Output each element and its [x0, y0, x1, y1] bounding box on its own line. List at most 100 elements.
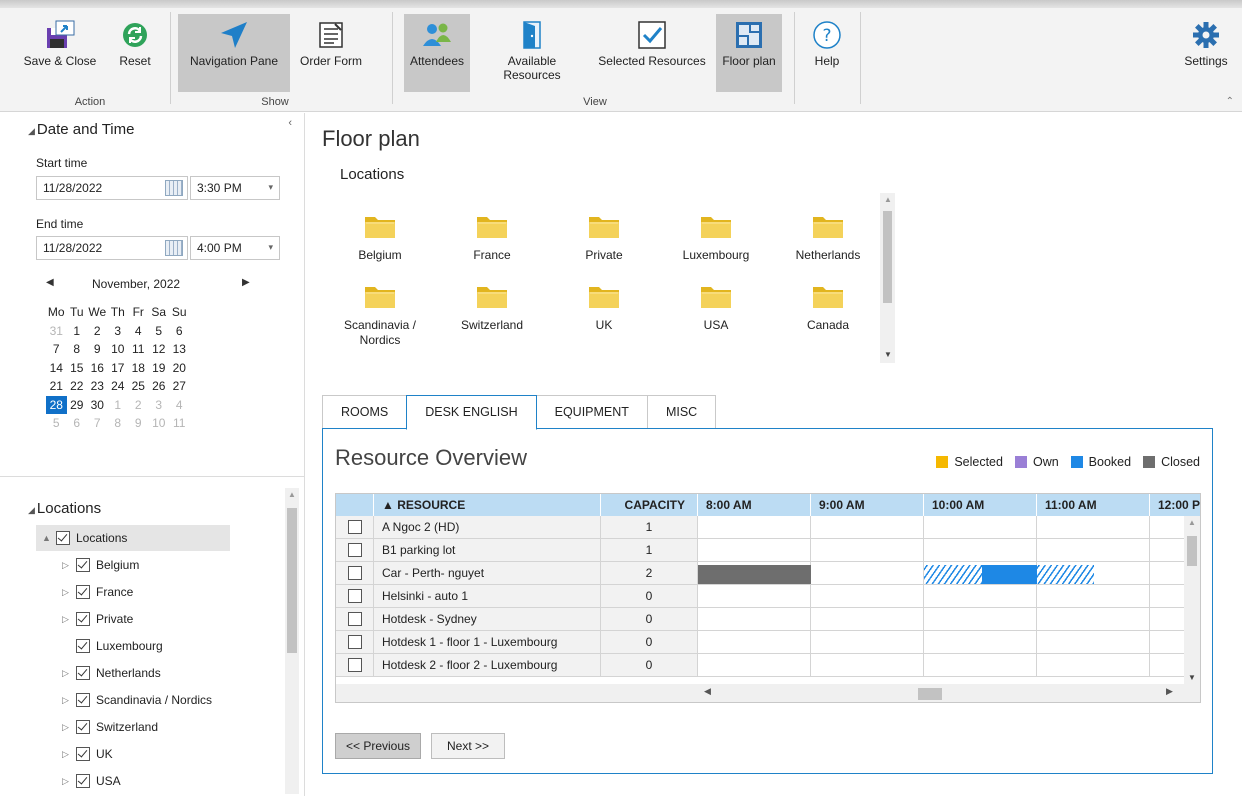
time-slot-cell[interactable] [1037, 631, 1150, 654]
row-checkbox[interactable] [348, 612, 362, 626]
calendar-day[interactable]: 13 [169, 340, 190, 359]
calendar-day[interactable]: 8 [67, 340, 88, 359]
location-folder[interactable]: France [442, 212, 542, 263]
table-row[interactable]: Helsinki - auto 10 [336, 585, 1200, 608]
calendar-day[interactable]: 24 [108, 377, 129, 396]
locations-scrollbar[interactable]: ▲ [285, 488, 299, 794]
tree-item[interactable]: ▷ Netherlands [56, 660, 161, 686]
tree-checkbox[interactable] [76, 585, 90, 599]
time-slot-cell[interactable] [924, 608, 1037, 631]
tree-checkbox[interactable] [76, 639, 90, 653]
calendar-day[interactable]: 16 [87, 359, 108, 378]
time-slot-cell[interactable] [1037, 539, 1150, 562]
time-slot-cell[interactable] [811, 516, 924, 539]
location-folder[interactable]: Luxembourg [666, 212, 766, 263]
time-slot-cell[interactable] [811, 539, 924, 562]
time-slot-cell[interactable] [1037, 608, 1150, 631]
calendar-day[interactable]: 20 [169, 359, 190, 378]
tree-item[interactable]: ▷ UK [56, 741, 113, 767]
time-slot-cell[interactable] [924, 585, 1037, 608]
tree-item[interactable]: ▷ Belgium [56, 552, 139, 578]
location-folder[interactable]: Private [554, 212, 654, 263]
collapse-arrow-icon[interactable]: ▲ [42, 533, 56, 543]
capacity-column-header[interactable]: CAPACITY [601, 494, 698, 516]
calendar-day[interactable]: 6 [169, 322, 190, 341]
tab-misc[interactable]: MISC [646, 395, 717, 429]
scroll-up-icon[interactable]: ▲ [884, 195, 892, 204]
calendar-day[interactable]: 10 [149, 414, 170, 433]
date-time-section-header[interactable]: ◢ Date and Time [28, 121, 134, 138]
tree-checkbox[interactable] [56, 531, 70, 545]
tab-equipment[interactable]: EQUIPMENT [535, 395, 648, 429]
scrollbar-thumb[interactable] [1187, 536, 1197, 566]
time-slot-cell[interactable] [1037, 585, 1150, 608]
tab-rooms[interactable]: ROOMS [322, 395, 408, 429]
calendar-day[interactable]: 9 [128, 414, 149, 433]
calendar-icon[interactable] [165, 240, 183, 256]
calendar-day[interactable]: 26 [149, 377, 170, 396]
calendar-day[interactable]: 14 [46, 359, 67, 378]
calendar-day[interactable]: 23 [87, 377, 108, 396]
calendar-day[interactable]: 25 [128, 377, 149, 396]
location-folder[interactable]: USA [666, 282, 766, 333]
calendar-day[interactable]: 1 [67, 322, 88, 341]
tree-checkbox[interactable] [76, 693, 90, 707]
tab-desk-english[interactable]: DESK ENGLISH [406, 395, 537, 430]
scrollbar-thumb[interactable] [883, 211, 892, 303]
calendar-day[interactable]: 19 [149, 359, 170, 378]
tree-item[interactable]: ▲ Locations [36, 525, 230, 551]
locations-section-header[interactable]: ◢ Locations [28, 500, 101, 517]
calendar-day[interactable]: 6 [67, 414, 88, 433]
row-checkbox[interactable] [348, 635, 362, 649]
folders-scrollbar[interactable]: ▲ ▼ [880, 193, 895, 363]
expand-arrow-icon[interactable]: ▷ [62, 587, 76, 598]
calendar-day[interactable]: 12 [149, 340, 170, 359]
calendar-day[interactable]: 4 [169, 396, 190, 415]
calendar-day-selected[interactable]: 28 [46, 395, 67, 414]
location-folder[interactable]: UK [554, 282, 654, 333]
collapse-ribbon-icon[interactable]: ⌃ [1226, 96, 1234, 107]
calendar-day[interactable]: 1 [108, 396, 129, 415]
next-month-arrow-icon[interactable]: ▶ [242, 277, 250, 288]
collapse-pane-icon[interactable]: ‹ [288, 117, 292, 129]
table-row[interactable]: B1 parking lot 1 [336, 539, 1200, 562]
calendar-day[interactable]: 5 [46, 414, 67, 433]
time-slot-cell[interactable] [811, 562, 924, 585]
calendar-day[interactable]: 8 [108, 414, 129, 433]
time-slot-cell[interactable] [698, 516, 811, 539]
navigation-pane-button[interactable]: Navigation Pane [178, 14, 290, 92]
previous-button[interactable]: << Previous [335, 733, 421, 759]
time-slot-cell[interactable] [811, 631, 924, 654]
tree-item[interactable]: ▷ Scandinavia / Nordics [56, 687, 212, 713]
calendar-day[interactable]: 31 [46, 322, 67, 341]
end-date-field[interactable]: 11/28/2022 [36, 236, 188, 260]
expand-arrow-icon[interactable]: ▷ [62, 749, 76, 760]
tree-item[interactable]: ▷ Private [56, 606, 133, 632]
calendar-day[interactable]: 7 [87, 414, 108, 433]
save-close-button[interactable]: Save & Close [18, 14, 102, 92]
help-button[interactable]: ? Help [800, 14, 854, 92]
scroll-up-icon[interactable]: ▲ [288, 490, 296, 499]
calendar-day[interactable]: 3 [108, 322, 129, 341]
scroll-down-icon[interactable]: ▼ [1188, 673, 1196, 682]
time-slot-cell[interactable] [698, 539, 811, 562]
scrollbar-thumb[interactable] [287, 508, 297, 653]
row-checkbox[interactable] [348, 543, 362, 557]
scrollbar-thumb[interactable] [918, 688, 942, 700]
attendees-button[interactable]: Attendees [404, 14, 470, 92]
time-slot-cell[interactable] [1037, 654, 1150, 677]
calendar-icon[interactable] [165, 180, 183, 196]
time-slot-cell[interactable] [924, 516, 1037, 539]
expand-arrow-icon[interactable]: ▷ [62, 695, 76, 706]
location-folder[interactable]: Netherlands [778, 212, 878, 263]
location-folder[interactable]: Switzerland [442, 282, 542, 333]
table-row[interactable]: Hotdesk 2 - floor 2 - Luxembourg 0 [336, 654, 1200, 677]
time-slot-cell[interactable] [1037, 516, 1150, 539]
settings-button[interactable]: Settings [1176, 14, 1236, 92]
expand-arrow-icon[interactable]: ▷ [62, 668, 76, 679]
expand-arrow-icon[interactable]: ▷ [62, 776, 76, 787]
expand-arrow-icon[interactable]: ▷ [62, 722, 76, 733]
expand-arrow-icon[interactable]: ▷ [62, 560, 76, 571]
row-checkbox[interactable] [348, 566, 362, 580]
tree-checkbox[interactable] [76, 774, 90, 788]
